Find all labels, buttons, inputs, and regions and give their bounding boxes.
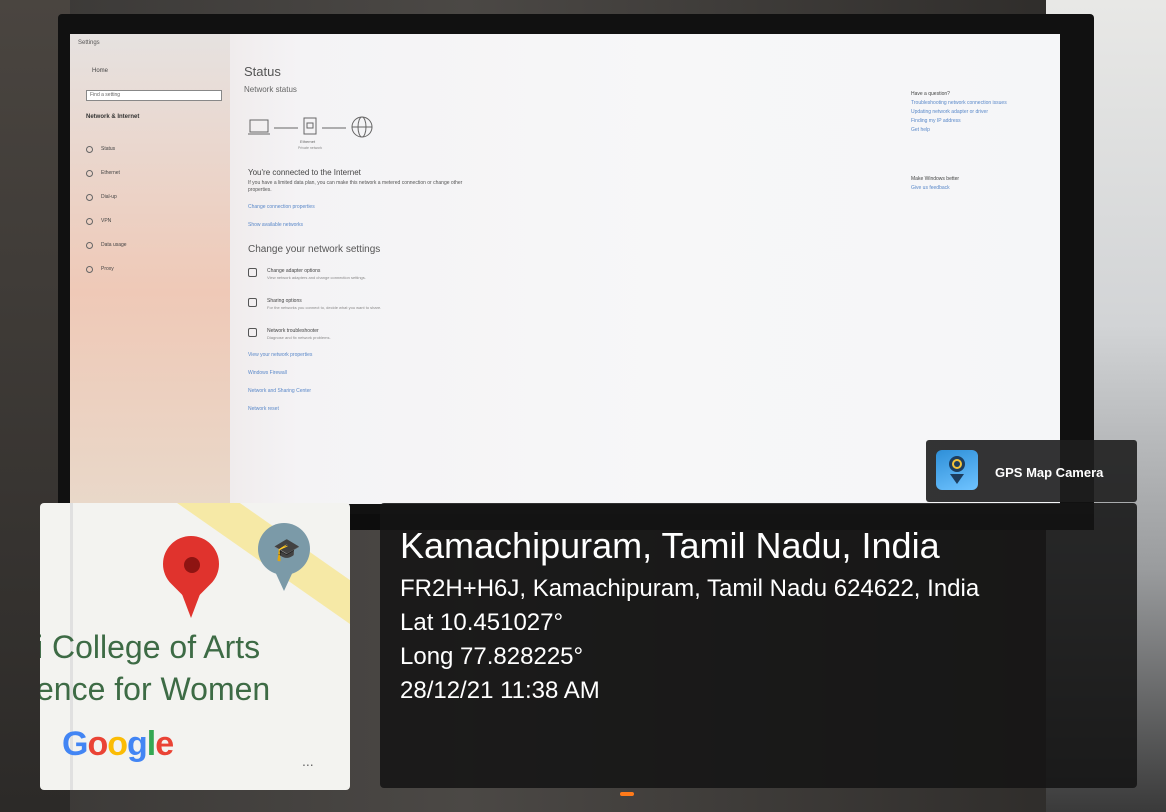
adapter-icon (248, 268, 257, 277)
connected-title: You're connected to the Internet (248, 168, 361, 177)
network-diagram: Ethernet Private network (248, 116, 373, 150)
sidebar-item-label: Data usage (101, 242, 127, 248)
help-link[interactable]: Finding my IP address (911, 117, 1036, 126)
map-thumbnail: 🎓 i College of Arts ence for Women Googl… (40, 503, 350, 790)
sidebar-item-ethernet[interactable]: Ethernet (86, 161, 127, 185)
sidebar-item-data-usage[interactable]: Data usage (86, 233, 127, 257)
latitude: Lat 10.451027° (400, 609, 564, 636)
full-address: FR2H+H6J, Kamachipuram, Tamil Nadu 62462… (400, 575, 980, 602)
map-place-label: ence for Women (40, 671, 271, 707)
help-link[interactable]: Get help (911, 126, 1036, 135)
option-change-adapter[interactable]: Change adapter options View network adapt… (248, 268, 366, 280)
sidebar-category-title: Network & Internet (86, 114, 140, 120)
ethernet-icon (86, 169, 93, 177)
improve-heading: Make Windows better (911, 176, 960, 182)
place-name: Kamachipuram, Tamil Nadu, India (400, 525, 940, 566)
network-type-label: Private network (298, 146, 322, 150)
option-title: Sharing options (267, 298, 302, 304)
option-title: Network troubleshooter (267, 328, 319, 334)
map-more-icon[interactable]: ... (302, 753, 314, 769)
network-reset-link[interactable]: Network reset (248, 406, 279, 412)
dialup-icon (86, 193, 93, 201)
option-sharing[interactable]: Sharing options For the networks you conn… (248, 298, 381, 310)
option-title: Change adapter options (267, 268, 321, 274)
warning-icon (248, 328, 257, 337)
monitor-screen: Settings Home Find a setting Network & I… (70, 34, 1060, 504)
map-place-label: i College of Arts (40, 629, 261, 665)
sidebar-item-label: Status (101, 146, 116, 152)
related-help-panel: Have a question? Troubleshooting network… (911, 90, 1036, 193)
settings-main: Status Network status Ethernet Private n… (244, 64, 804, 412)
date-time: 28/12/21 11:38 AM (400, 677, 600, 704)
gps-camera-app-name: GPS Map Camera (995, 465, 1104, 480)
globe-icon (351, 116, 373, 138)
sidebar-item-label: VPN (101, 218, 112, 224)
sidebar-item-proxy[interactable]: Proxy (86, 257, 127, 281)
settings-sidebar: Settings Home Find a setting Network & I… (70, 34, 230, 504)
option-description: For the networks you connect to, decide … (267, 305, 382, 310)
page-title: Status (244, 64, 281, 79)
sidebar-nav: Status Ethernet Dial-up VPN Data usage P… (86, 137, 127, 281)
help-link[interactable]: Updating network adapter or driver (911, 108, 1036, 117)
view-network-properties-link[interactable]: View your network properties (248, 352, 312, 358)
ethernet-port-icon (303, 117, 317, 135)
network-status-heading: Network status (244, 85, 297, 94)
sidebar-item-label: Proxy (101, 266, 114, 272)
location-info: Kamachipuram, Tamil Nadu, India FR2H+H6J… (400, 520, 1120, 708)
data-usage-icon (86, 241, 93, 249)
settings-search-input[interactable]: Find a setting (86, 90, 222, 101)
longitude: Long 77.828225° (400, 643, 584, 670)
connected-description: If you have a limited data plan, you can… (248, 180, 463, 193)
gps-camera-badge: GPS Map Camera (926, 440, 1137, 502)
change-network-settings-heading: Change your network settings (248, 244, 381, 255)
question-heading: Have a question? (911, 91, 950, 97)
sidebar-item-dialup[interactable]: Dial-up (86, 185, 127, 209)
vpn-icon (86, 217, 93, 225)
sidebar-item-vpn[interactable]: VPN (86, 209, 127, 233)
proxy-icon (86, 265, 93, 273)
google-logo: Google (62, 725, 174, 763)
laptop-icon (248, 119, 270, 135)
bottom-handle (620, 792, 634, 796)
graduation-cap-icon: 🎓 (273, 537, 301, 562)
option-description: Diagnose and fix network problems. (267, 335, 331, 340)
sidebar-item-label: Dial-up (101, 194, 117, 200)
feedback-link[interactable]: Give us feedback (911, 184, 1036, 193)
windows-firewall-link[interactable]: Windows Firewall (248, 370, 287, 376)
option-description: View network adapters and change connect… (267, 275, 366, 280)
gps-camera-logo-icon (936, 450, 978, 490)
sharing-icon (248, 298, 257, 307)
network-name-label: Ethernet (300, 139, 316, 144)
option-troubleshooter[interactable]: Network troubleshooter Diagnose and fix n… (248, 328, 331, 340)
settings-app-title: Settings (78, 40, 100, 46)
sidebar-home-link[interactable]: Home (92, 68, 108, 74)
location-pin-dot (184, 557, 200, 573)
network-sharing-center-link[interactable]: Network and Sharing Center (248, 388, 311, 394)
show-available-networks-link[interactable]: Show available networks (248, 222, 303, 228)
sidebar-item-label: Ethernet (101, 170, 120, 176)
change-connection-properties-link[interactable]: Change connection properties (248, 204, 315, 210)
status-icon (86, 145, 93, 153)
help-link[interactable]: Troubleshooting network connection issue… (911, 99, 1036, 108)
sidebar-item-status[interactable]: Status (86, 137, 127, 161)
